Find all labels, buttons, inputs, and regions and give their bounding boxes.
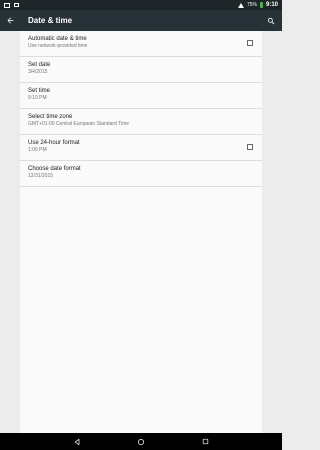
24-hour-format-checkbox[interactable] [247, 144, 253, 150]
setting-subtitle: Use network-provided time [28, 43, 88, 49]
back-arrow-icon [7, 17, 13, 24]
setting-subtitle: GMT+01:00 Central European Standard Time [28, 121, 130, 127]
status-left-icons [4, 2, 19, 8]
status-right-icons: 75% 9:10 [237, 2, 278, 8]
settings-list: Automatic date & time Use network-provid… [20, 31, 262, 433]
square-recents-icon [202, 438, 208, 445]
status-time: 9:10 [265, 2, 278, 8]
search-button[interactable] [264, 10, 278, 31]
nav-recents-button[interactable] [198, 435, 212, 449]
setting-title: Use 24-hour format [28, 140, 80, 146]
setting-title: Choose date format [28, 166, 81, 172]
toolbar: Date & time [0, 10, 282, 31]
setting-subtitle: 3/4/2015 [28, 69, 48, 75]
setting-subtitle: 9:10 PM [28, 95, 47, 101]
setting-select-time-zone[interactable]: Select time zone GMT+01:00 Central Europ… [20, 109, 262, 135]
automatic-date-time-checkbox[interactable] [247, 40, 253, 46]
nav-back-button[interactable] [70, 435, 84, 449]
battery-icon [259, 2, 263, 8]
setting-24-hour-format[interactable]: Use 24-hour format 1:00 PM [20, 135, 262, 161]
nav-home-button[interactable] [134, 435, 148, 449]
setting-set-date[interactable]: Set date 3/4/2015 [20, 57, 262, 83]
screenshot-notification-icon [4, 2, 10, 8]
setting-title: Set date [28, 62, 51, 68]
circle-home-icon [137, 438, 145, 445]
wifi-icon [237, 2, 244, 8]
setting-choose-date-format[interactable]: Choose date format 12/31/2015 [20, 161, 262, 187]
search-icon [267, 17, 275, 24]
setting-title: Select time zone [28, 114, 73, 120]
setting-title: Set time [28, 88, 51, 94]
setting-automatic-date-time[interactable]: Automatic date & time Use network-provid… [20, 31, 262, 57]
setting-subtitle: 12/31/2015 [28, 173, 54, 179]
navigation-bar [0, 433, 282, 450]
triangle-back-icon [74, 438, 80, 445]
setting-title: Automatic date & time [28, 36, 87, 42]
image-notification-icon [14, 3, 19, 7]
page-title: Date & time [28, 16, 73, 25]
battery-percent: 75% [246, 2, 257, 8]
setting-set-time[interactable]: Set time 9:10 PM [20, 83, 262, 109]
setting-subtitle: 1:00 PM [28, 147, 47, 153]
back-button[interactable] [0, 10, 20, 31]
status-bar: 75% 9:10 [0, 0, 282, 10]
